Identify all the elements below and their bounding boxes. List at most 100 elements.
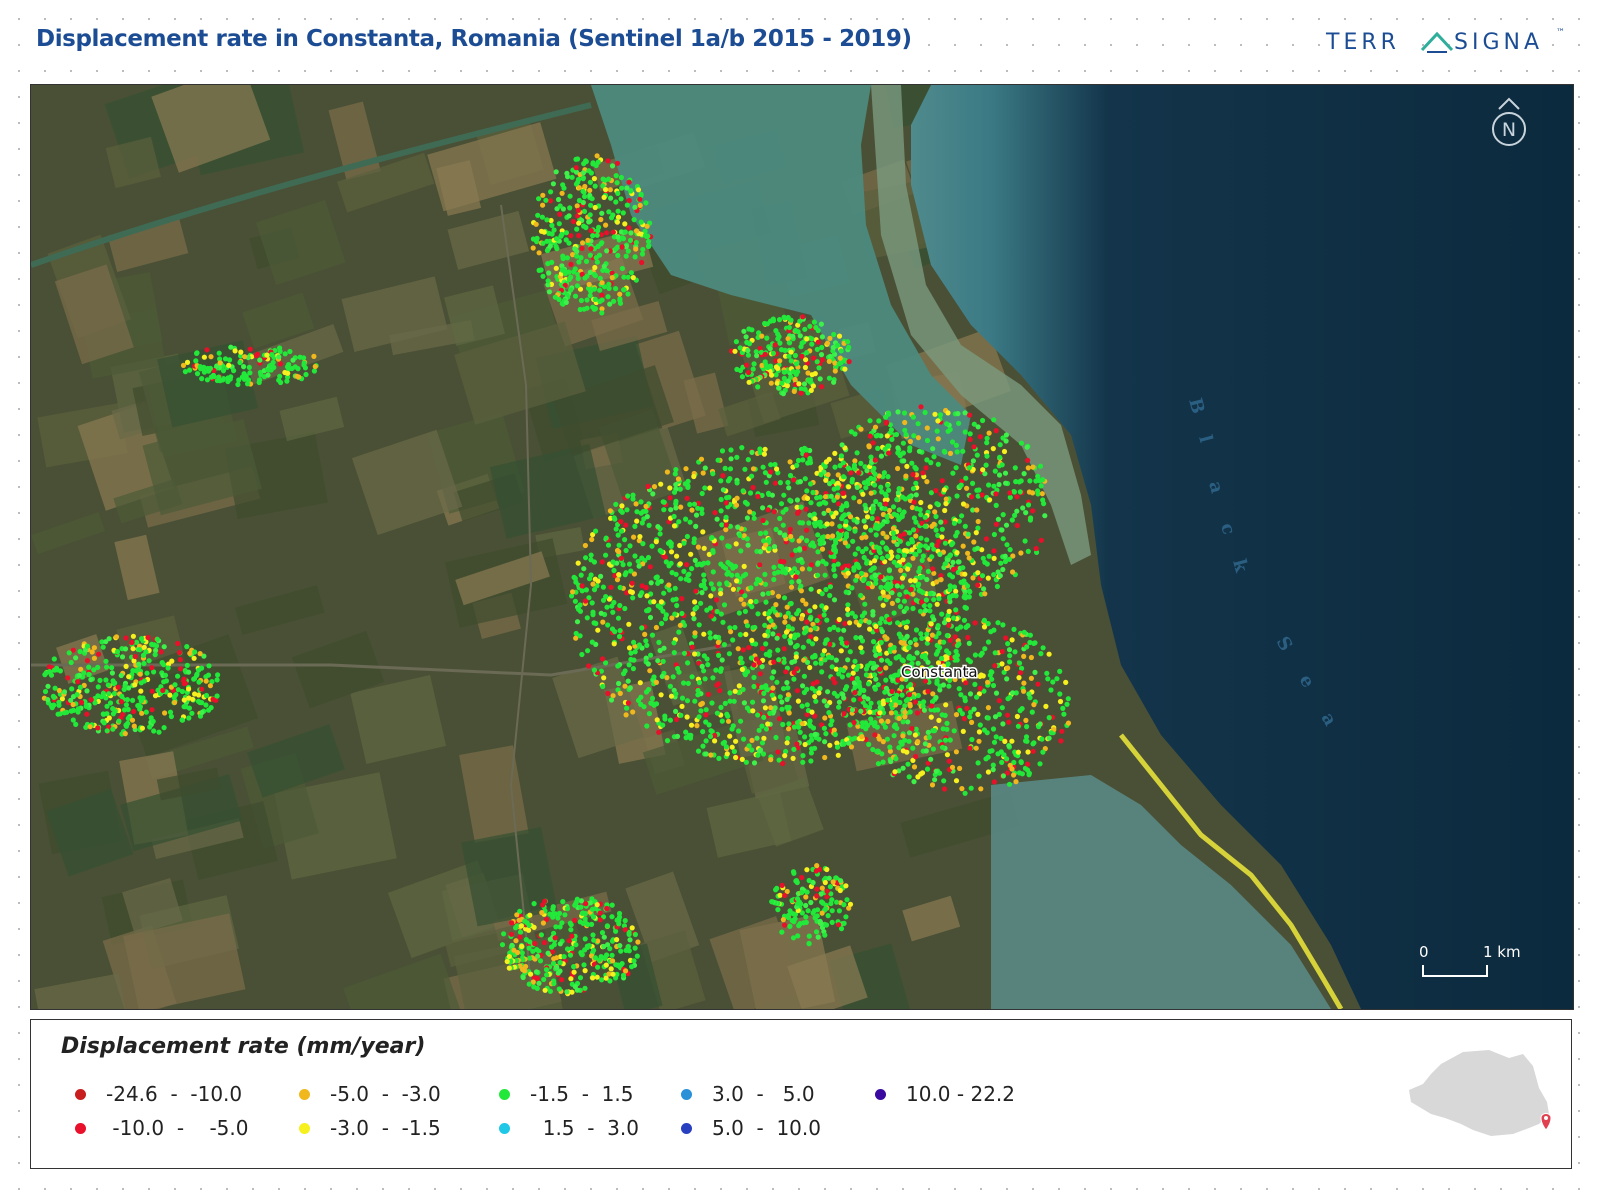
displacement-point bbox=[1030, 508, 1036, 514]
displacement-point bbox=[629, 589, 636, 595]
displacement-point bbox=[241, 364, 247, 370]
displacement-point bbox=[710, 569, 716, 575]
displacement-point bbox=[877, 666, 883, 672]
map-panel[interactable]: Constanta B l a c k S e a N 0 1 km bbox=[30, 84, 1574, 1010]
displacement-point bbox=[955, 411, 961, 417]
displacement-point bbox=[162, 710, 168, 716]
legend-label: 5.0 - 10.0 bbox=[712, 1116, 821, 1140]
displacement-point bbox=[775, 336, 781, 342]
displacement-point bbox=[991, 555, 997, 561]
displacement-point bbox=[1007, 494, 1013, 500]
displacement-point bbox=[143, 649, 149, 655]
displacement-point bbox=[944, 421, 950, 427]
displacement-point bbox=[625, 291, 631, 297]
displacement-point bbox=[184, 662, 190, 669]
displacement-point bbox=[860, 720, 866, 726]
displacement-point bbox=[979, 650, 985, 656]
displacement-point bbox=[678, 712, 684, 718]
displacement-point bbox=[889, 600, 896, 607]
displacement-point bbox=[70, 701, 76, 708]
displacement-point bbox=[740, 686, 746, 693]
displacement-point bbox=[831, 379, 837, 385]
displacement-point bbox=[879, 657, 885, 663]
displacement-point bbox=[193, 358, 199, 364]
displacement-point bbox=[827, 353, 833, 359]
displacement-point bbox=[646, 243, 652, 249]
displacement-point bbox=[997, 454, 1003, 460]
displacement-point bbox=[728, 456, 734, 462]
displacement-point bbox=[649, 632, 656, 638]
displacement-point bbox=[599, 977, 605, 983]
displacement-point bbox=[723, 514, 729, 520]
legend-label: 1.5 - 3.0 bbox=[530, 1116, 639, 1140]
displacement-point bbox=[700, 529, 706, 535]
displacement-point bbox=[553, 924, 559, 930]
displacement-point bbox=[1038, 651, 1044, 657]
displacement-point bbox=[56, 699, 62, 706]
displacement-point bbox=[901, 598, 908, 604]
displacement-point bbox=[895, 597, 901, 604]
displacement-point bbox=[591, 667, 598, 673]
displacement-point bbox=[81, 670, 87, 676]
displacement-point bbox=[616, 633, 623, 640]
displacement-point bbox=[960, 565, 966, 571]
displacement-point bbox=[642, 631, 648, 638]
displacement-point bbox=[632, 204, 638, 210]
displacement-point bbox=[201, 354, 207, 360]
displacement-point bbox=[841, 902, 847, 908]
displacement-point bbox=[638, 510, 644, 516]
displacement-point bbox=[705, 691, 712, 698]
displacement-point bbox=[918, 599, 925, 605]
displacement-point bbox=[581, 566, 587, 572]
displacement-point bbox=[1009, 766, 1015, 772]
displacement-point bbox=[872, 672, 878, 678]
displacement-point bbox=[194, 371, 201, 377]
displacement-point bbox=[775, 749, 781, 755]
displacement-point bbox=[873, 623, 879, 630]
displacement-point bbox=[257, 357, 263, 363]
displacement-point bbox=[986, 482, 992, 488]
displacement-point bbox=[922, 514, 928, 520]
displacement-point bbox=[707, 605, 714, 611]
displacement-point bbox=[788, 358, 794, 364]
displacement-point bbox=[728, 562, 735, 568]
displacement-point bbox=[891, 535, 897, 541]
displacement-point bbox=[966, 465, 972, 471]
displacement-point bbox=[878, 484, 884, 490]
displacement-point bbox=[949, 764, 956, 770]
displacement-point bbox=[777, 530, 783, 536]
legend-label: 3.0 - 5.0 bbox=[712, 1082, 815, 1106]
displacement-point bbox=[617, 300, 624, 306]
displacement-point bbox=[571, 964, 577, 970]
displacement-point bbox=[997, 573, 1003, 579]
displacement-point bbox=[788, 533, 794, 540]
displacement-point bbox=[614, 577, 621, 583]
displacement-point bbox=[582, 598, 589, 604]
displacement-point bbox=[831, 624, 837, 631]
displacement-point bbox=[970, 575, 976, 581]
displacement-point bbox=[786, 485, 792, 491]
displacement-point bbox=[934, 501, 940, 507]
displacement-point bbox=[821, 698, 827, 704]
displacement-point bbox=[929, 782, 936, 788]
displacement-point bbox=[608, 195, 614, 201]
displacement-point bbox=[1048, 730, 1054, 736]
displacement-point bbox=[796, 724, 802, 730]
displacement-point bbox=[791, 566, 798, 572]
displacement-point bbox=[999, 661, 1005, 667]
displacement-point bbox=[570, 589, 576, 595]
satellite-map[interactable]: Constanta B l a c k S e a N 0 1 km bbox=[31, 85, 1573, 1009]
displacement-point bbox=[837, 523, 843, 529]
displacement-point bbox=[944, 720, 950, 726]
displacement-point bbox=[692, 698, 698, 704]
displacement-point bbox=[667, 485, 673, 491]
displacement-point bbox=[846, 563, 852, 569]
displacement-point bbox=[1039, 491, 1045, 497]
displacement-point bbox=[800, 314, 806, 320]
displacement-point bbox=[602, 177, 608, 183]
displacement-point bbox=[745, 542, 751, 548]
displacement-point bbox=[890, 530, 897, 536]
displacement-point bbox=[1017, 489, 1023, 495]
displacement-point bbox=[599, 310, 605, 316]
displacement-point bbox=[767, 649, 773, 655]
